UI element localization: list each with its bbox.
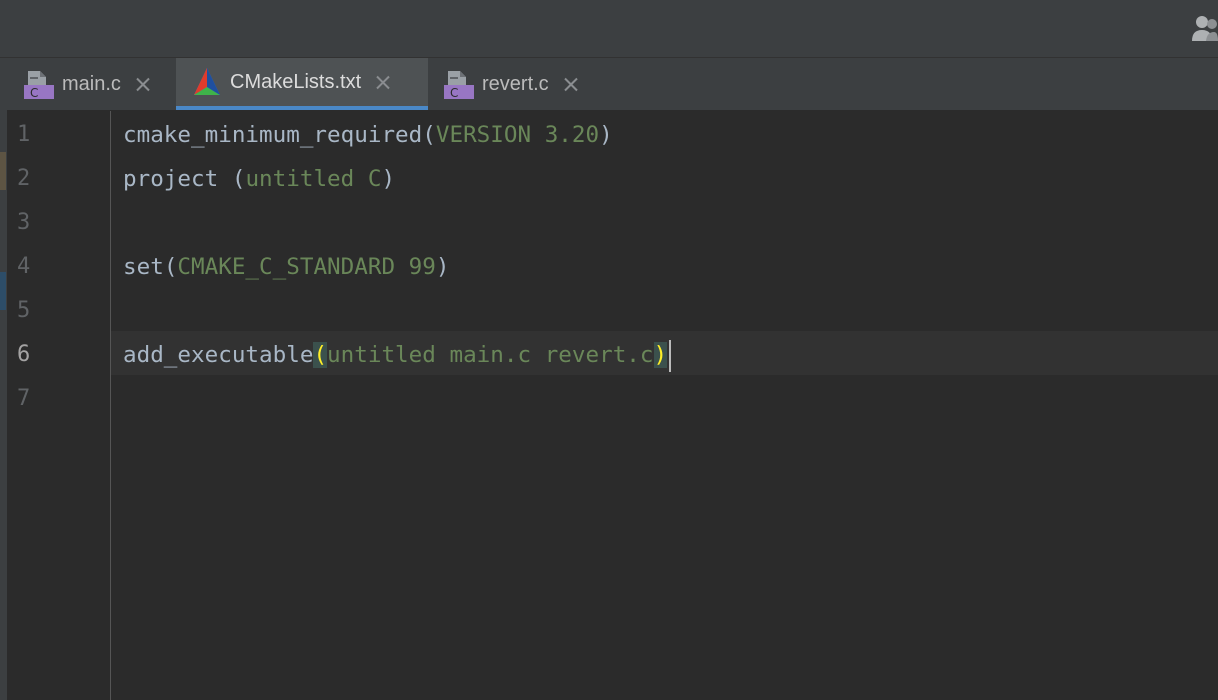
- command-args: untitled main.c revert.c: [327, 342, 654, 368]
- tab-main-c[interactable]: C main.c: [24, 58, 151, 110]
- matched-close-paren: ): [653, 342, 668, 368]
- code-line[interactable]: cmake_minimum_required(VERSION 3.20): [123, 113, 613, 157]
- open-paren: (: [422, 122, 436, 148]
- open-paren: (: [163, 254, 178, 280]
- tab-cmakelists[interactable]: CMakeLists.txt: [176, 58, 428, 110]
- line-number: 3: [17, 210, 31, 235]
- gutter-divider: [110, 111, 111, 700]
- editor-tab-bar: C main.c CMakeLists.txt C revert.c: [7, 58, 1218, 111]
- svg-text:C: C: [450, 86, 458, 99]
- tab-label: revert.c: [482, 72, 549, 95]
- close-paren: ): [599, 122, 613, 148]
- text-caret: [669, 339, 672, 372]
- tool-window-marker[interactable]: [0, 272, 6, 310]
- code-line-current[interactable]: add_executable(untitled main.c revert.c): [123, 333, 672, 377]
- line-number: 2: [17, 166, 31, 191]
- left-tool-strip: [0, 58, 7, 700]
- command-args: untitled C: [245, 166, 382, 192]
- line-number: 7: [17, 386, 31, 411]
- tab-label: CMakeLists.txt: [230, 70, 362, 93]
- close-paren: ): [381, 166, 396, 192]
- line-number: 4: [17, 254, 31, 279]
- command-name: project: [123, 166, 232, 192]
- command-name: cmake_minimum_required: [123, 122, 423, 148]
- c-file-icon: C: [444, 71, 474, 99]
- command-args: CMAKE_C_STANDARD 99: [177, 254, 436, 280]
- top-toolbar: [0, 0, 1218, 58]
- matched-open-paren: (: [313, 342, 328, 368]
- svg-text:C: C: [30, 86, 38, 99]
- open-paren: (: [231, 166, 246, 192]
- cmake-icon: [194, 68, 220, 95]
- line-number-current: 6: [17, 342, 31, 367]
- close-icon[interactable]: [135, 76, 151, 92]
- command-name: add_executable: [123, 342, 314, 368]
- close-paren: ): [435, 254, 450, 280]
- close-icon[interactable]: [375, 74, 391, 90]
- tab-label: main.c: [62, 72, 121, 95]
- c-file-icon: C: [24, 71, 54, 99]
- tab-revert-c[interactable]: C revert.c: [444, 58, 579, 110]
- code-line[interactable]: project (untitled C): [123, 157, 395, 201]
- code-editor[interactable]: 1 2 3 4 5 6 7 cmake_minimum_required(VER…: [7, 111, 1218, 700]
- user-icon[interactable]: [1192, 14, 1218, 42]
- command-name: set: [123, 254, 164, 280]
- bookmark-marker: [0, 152, 6, 190]
- code-line[interactable]: set(CMAKE_C_STANDARD 99): [123, 245, 449, 289]
- command-args: VERSION 3.20: [435, 122, 600, 148]
- line-number: 5: [17, 298, 31, 323]
- close-icon[interactable]: [563, 76, 579, 92]
- line-number: 1: [17, 122, 31, 147]
